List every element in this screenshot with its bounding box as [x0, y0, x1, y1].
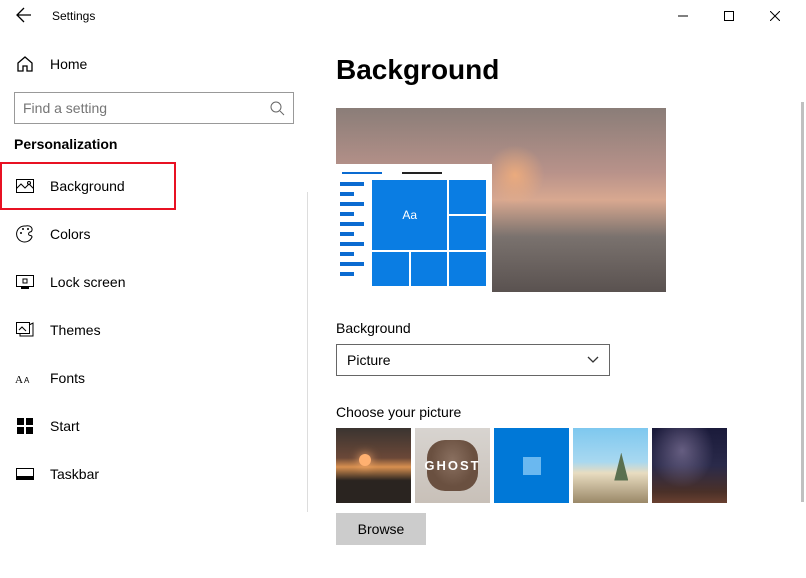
browse-button[interactable]: Browse [336, 513, 426, 545]
close-icon [770, 11, 780, 21]
maximize-button[interactable] [706, 0, 752, 32]
svg-text:A: A [24, 376, 30, 385]
taskbar-icon [14, 468, 36, 480]
picture-thumb-2[interactable]: GHOST [415, 428, 490, 503]
picture-thumb-1[interactable] [336, 428, 411, 503]
chevron-down-icon [587, 356, 599, 364]
home-label: Home [50, 56, 87, 72]
home-icon [14, 55, 36, 73]
lock-screen-icon [14, 275, 36, 289]
titlebar: Settings [0, 0, 806, 32]
sidebar-item-label: Colors [50, 226, 90, 242]
page-title: Background [336, 54, 782, 86]
sidebar-item-label: Start [50, 418, 80, 434]
picture-thumbnails: GHOST [336, 428, 782, 503]
fonts-icon: AA [14, 371, 36, 385]
sidebar-item-start[interactable]: Start [0, 402, 308, 450]
search-input[interactable] [23, 100, 269, 116]
sidebar-item-label: Fonts [50, 370, 85, 386]
background-dropdown[interactable]: Picture [336, 344, 610, 376]
preview-sample-window: Aa [336, 164, 492, 292]
arrow-left-icon [16, 7, 32, 23]
main-panel: Background Aa Background [308, 32, 806, 578]
svg-text:A: A [15, 374, 23, 385]
sidebar-item-taskbar[interactable]: Taskbar [0, 450, 308, 498]
window-title: Settings [52, 9, 95, 23]
minimize-icon [678, 11, 688, 21]
sidebar-item-label: Lock screen [50, 274, 125, 290]
background-label: Background [336, 320, 782, 336]
sidebar-item-colors[interactable]: Colors [0, 210, 308, 258]
search-icon [269, 100, 285, 116]
back-button[interactable] [8, 7, 40, 26]
picture-thumb-4[interactable] [573, 428, 648, 503]
picture-icon [14, 179, 36, 193]
sidebar-item-background[interactable]: Background [0, 162, 176, 210]
preview-tile-text: Aa [372, 180, 447, 250]
sidebar-item-label: Themes [50, 322, 101, 338]
sidebar-item-fonts[interactable]: AA Fonts [0, 354, 308, 402]
sidebar-item-label: Background [50, 178, 125, 194]
close-button[interactable] [752, 0, 798, 32]
choose-picture-label: Choose your picture [336, 404, 782, 420]
sidebar-item-label: Taskbar [50, 466, 99, 482]
themes-icon [14, 322, 36, 338]
section-header: Personalization [0, 136, 308, 162]
picture-thumb-3[interactable] [494, 428, 569, 503]
sidebar: Home Personalization Background Colors L… [0, 32, 308, 578]
scrollbar[interactable] [801, 102, 804, 502]
home-link[interactable]: Home [0, 44, 308, 84]
desktop-preview: Aa [336, 108, 666, 292]
start-icon [14, 418, 36, 434]
sidebar-item-themes[interactable]: Themes [0, 306, 308, 354]
palette-icon [14, 225, 36, 243]
minimize-button[interactable] [660, 0, 706, 32]
maximize-icon [724, 11, 734, 21]
picture-thumb-5[interactable] [652, 428, 727, 503]
dropdown-value: Picture [347, 352, 391, 368]
search-box[interactable] [14, 92, 294, 124]
sidebar-item-lock-screen[interactable]: Lock screen [0, 258, 308, 306]
